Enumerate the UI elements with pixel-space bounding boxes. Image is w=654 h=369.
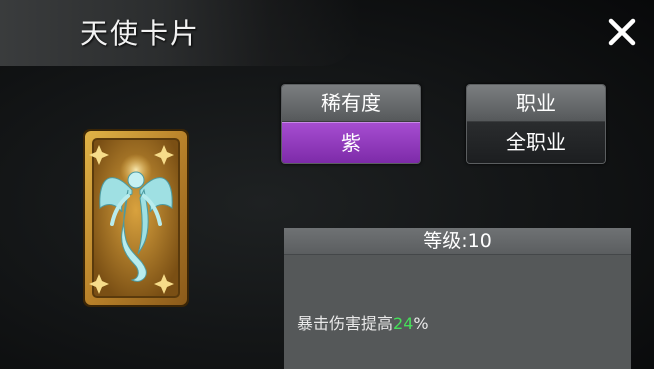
job-box: 职业 全职业 [466, 84, 606, 164]
effect-text: 暴击伤害提高 [297, 314, 394, 333]
job-label: 职业 [467, 85, 605, 122]
dialog-title: 天使卡片 [80, 17, 201, 50]
level-panel: 等级:10 暴击伤害提高24% [284, 228, 631, 369]
angel-card-image [82, 128, 190, 308]
level-label: 等级 [423, 230, 462, 252]
close-button[interactable] [604, 14, 640, 50]
angel-card-dialog: 天使卡片 稀有度 紫 职业 全职业 等级:10 暴击伤害提高24% [0, 0, 654, 369]
effect-value: 24 [393, 314, 414, 333]
rarity-value: 紫 [282, 122, 420, 163]
angel-card-icon [83, 129, 189, 307]
rarity-box: 稀有度 紫 [281, 84, 421, 164]
effect-unit: % [413, 314, 429, 333]
level-header: 等级:10 [284, 228, 631, 255]
job-value: 全职业 [467, 122, 605, 163]
effect-description: 暴击伤害提高24% [297, 310, 429, 334]
level-value: 10 [467, 230, 492, 252]
rarity-label: 稀有度 [282, 85, 420, 122]
close-icon [608, 18, 636, 46]
